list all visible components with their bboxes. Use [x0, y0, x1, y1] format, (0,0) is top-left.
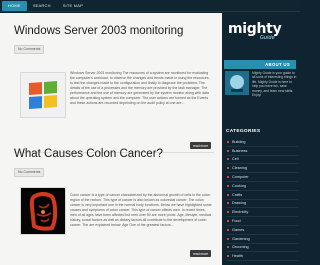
- category-link[interactable]: Cleaning: [226, 164, 298, 174]
- category-link[interactable]: Building: [226, 138, 298, 147]
- colon-anatomy-icon: [21, 188, 65, 234]
- bullet-icon: [227, 202, 229, 205]
- category-label: Computer: [232, 175, 249, 180]
- category-label: Cleaning: [232, 166, 247, 171]
- mighty-guide-badge-icon: [225, 71, 249, 95]
- bullet-icon: [227, 149, 229, 152]
- categories-heading: CATEGORIES: [226, 129, 261, 134]
- category-link[interactable]: Cell: [226, 156, 298, 165]
- category-link[interactable]: Gardening: [226, 235, 298, 244]
- bullet-icon: [227, 184, 229, 187]
- nav-tab-site-map[interactable]: SITE MAP: [57, 1, 89, 11]
- category-label: Games: [232, 227, 245, 232]
- category-label: Cooking: [232, 183, 246, 188]
- category-link[interactable]: Drawing: [226, 200, 298, 209]
- windows-server-thumbnail[interactable]: [20, 72, 66, 118]
- comments-button[interactable]: No Comments: [14, 167, 45, 177]
- bullet-icon: [227, 158, 229, 161]
- category-label: Cell: [232, 157, 239, 162]
- category-label: Health: [232, 254, 243, 259]
- top-navigation: HOME SEARCH SITE MAP: [0, 0, 300, 12]
- post-header: What Causes Colon Cancer? No Comments: [14, 148, 214, 178]
- windows-logo-icon: [21, 73, 65, 117]
- categories-list: Building Business Cell Cleaning Computer…: [226, 138, 298, 262]
- bullet-icon: [227, 167, 229, 170]
- category-label: Crafts: [232, 192, 243, 197]
- category-label: Gardening: [232, 236, 250, 241]
- colon-cancer-thumbnail[interactable]: [20, 187, 66, 235]
- post-excerpt: Colon cancer is a type of cancer charact…: [70, 193, 212, 227]
- category-link[interactable]: Computer: [226, 173, 298, 182]
- post-title[interactable]: Windows Server 2003 monitoring: [14, 25, 214, 37]
- site-logo[interactable]: mighty Guide: [228, 21, 282, 41]
- category-label: Drawing: [232, 201, 246, 206]
- bullet-icon: [227, 255, 229, 258]
- category-label: Electricity: [232, 210, 249, 215]
- category-link[interactable]: Business: [226, 147, 298, 156]
- category-link[interactable]: Grooming: [226, 244, 298, 253]
- category-link[interactable]: Cooking: [226, 182, 298, 191]
- post-title[interactable]: What Causes Colon Cancer?: [14, 148, 214, 160]
- main-content: Windows Server 2003 monitoring No Commen…: [0, 13, 222, 265]
- comments-button[interactable]: No Comments: [14, 44, 45, 54]
- category-link[interactable]: Games: [226, 226, 298, 235]
- category-link[interactable]: Electricity: [226, 208, 298, 218]
- bullet-icon: [227, 246, 229, 249]
- category-label: Business: [232, 148, 248, 153]
- about-us-text: Mighty Guide is your guide to all sorts …: [252, 71, 297, 98]
- bullet-icon: [227, 220, 229, 223]
- post-excerpt: Windows Server 2003 monitoring The resou…: [70, 71, 210, 105]
- category-link[interactable]: Food: [226, 217, 298, 226]
- nav-tab-home[interactable]: HOME: [2, 0, 27, 11]
- read-more-button[interactable]: read more: [190, 250, 212, 257]
- bullet-icon: [227, 140, 229, 143]
- bullet-icon: [227, 193, 229, 196]
- logo-sub-text: Guide: [260, 35, 275, 41]
- about-image: [225, 71, 249, 95]
- post-header: Windows Server 2003 monitoring No Commen…: [14, 25, 214, 55]
- category-label: Grooming: [232, 245, 249, 250]
- bullet-icon: [227, 176, 229, 179]
- category-link[interactable]: Crafts: [226, 191, 298, 200]
- sidebar: mighty Guide ABOUT US Mighty Guide is yo…: [222, 13, 300, 265]
- category-label: Food: [232, 219, 241, 224]
- category-label: Building: [232, 139, 246, 144]
- category-link[interactable]: Health: [226, 252, 298, 262]
- bullet-icon: [227, 211, 229, 214]
- bullet-icon: [227, 228, 229, 231]
- nav-tab-search[interactable]: SEARCH: [27, 1, 57, 11]
- bullet-icon: [227, 237, 229, 240]
- about-us-heading: ABOUT US: [224, 60, 296, 69]
